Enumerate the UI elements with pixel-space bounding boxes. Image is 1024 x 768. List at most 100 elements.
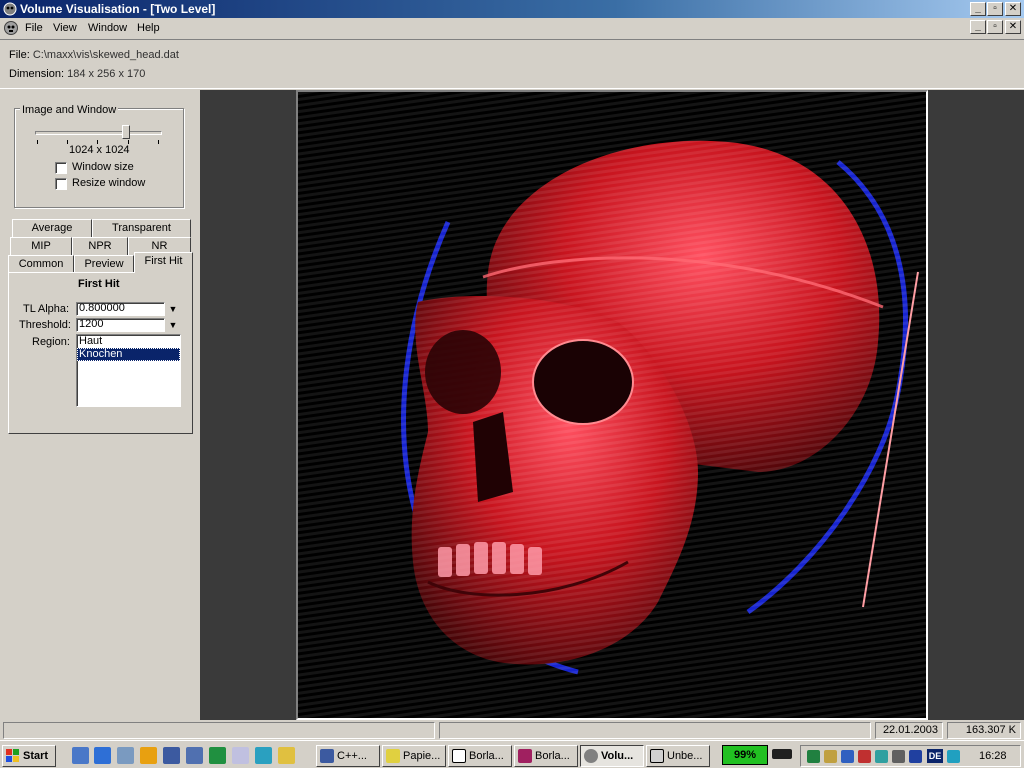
taskbar-button-borland-2[interactable]: Borla... [514, 745, 578, 767]
taskbar-button-label: C++... [337, 750, 367, 762]
outlook-icon[interactable] [117, 747, 134, 764]
settings-panel: Image and Window 1024 x 1024 Window size… [0, 90, 200, 720]
resolution-slider-thumb[interactable] [121, 125, 130, 139]
volume-render-view[interactable] [296, 90, 928, 720]
taskbar-button-label: Volu... [601, 750, 634, 762]
image-window-title: Image and Window [20, 104, 119, 116]
ie-icon[interactable] [94, 747, 111, 764]
taskbar-button-cpp[interactable]: C++... [316, 745, 380, 767]
taskbar-button-volume[interactable]: Volu... [580, 745, 644, 767]
start-button[interactable]: Start [2, 745, 56, 767]
power-plug-icon[interactable] [772, 749, 792, 759]
network-icon[interactable] [163, 747, 180, 764]
menu-view[interactable]: View [53, 21, 77, 35]
threshold-input[interactable]: 1200 [76, 318, 165, 332]
threshold-dropdown-icon[interactable]: ▼ [166, 318, 180, 332]
taskbar-button-label: Unbe... [667, 750, 703, 762]
file-line: File: C:\maxx\vis\skewed_head.dat [9, 49, 179, 61]
image-window-group [14, 108, 184, 208]
region-label: Region: [32, 336, 70, 348]
font-icon[interactable] [232, 747, 249, 764]
tab-preview[interactable]: Preview [74, 255, 134, 273]
tab-common[interactable]: Common [8, 255, 74, 273]
c-icon[interactable] [209, 747, 226, 764]
resolution-slider-track[interactable] [35, 131, 162, 135]
window-title: Volume Visualisation - [Two Level] [20, 2, 216, 16]
antivirus-icon[interactable] [858, 750, 871, 763]
volume-icon[interactable] [824, 750, 837, 763]
slider-tick [158, 140, 159, 144]
first-hit-heading: First Hit [78, 278, 120, 290]
menu-bar: File View Window Help _ ▫ ✕ [0, 18, 1024, 38]
dimension-value: 184 x 256 x 170 [67, 68, 146, 80]
network-tray-icon[interactable] [841, 750, 854, 763]
restore-button[interactable]: ▫ [987, 2, 1003, 16]
skull-app-icon [584, 749, 598, 763]
tl-alpha-dropdown-icon[interactable]: ▼ [166, 302, 180, 316]
windows-logo-icon [6, 749, 19, 762]
doc-icon[interactable] [3, 20, 19, 36]
status-panel-main [3, 722, 435, 739]
doc-minimize-button[interactable]: _ [970, 20, 986, 34]
display-icon[interactable] [875, 750, 888, 763]
slider-tick [37, 140, 38, 144]
tool-icon[interactable] [186, 747, 203, 764]
taskbar: Start C++... Papie... Borla... Borla... … [0, 740, 1024, 768]
region-item-knochen[interactable]: Knochen [77, 348, 180, 361]
taskbar-button-borland-1[interactable]: Borla... [448, 745, 512, 767]
tab-average[interactable]: Average [12, 219, 92, 237]
tab-npr[interactable]: NPR [72, 237, 128, 255]
region-item-haut[interactable]: Haut [77, 335, 180, 348]
dimension-label: Dimension: [9, 68, 65, 80]
search-icon[interactable] [278, 747, 295, 764]
tl-alpha-input[interactable]: 0.800000 [76, 302, 165, 316]
status-date: 22.01.2003 [875, 722, 943, 739]
taskbar-button-label: Papie... [403, 750, 441, 762]
title-bar: Volume Visualisation - [Two Level] _ ▫ ✕ [0, 0, 1024, 18]
battery-indicator[interactable]: 99% [722, 745, 768, 765]
refresh-icon[interactable] [255, 747, 272, 764]
taskbar-button-unbenannt[interactable]: Unbe... [646, 745, 710, 767]
language-indicator[interactable]: DE [927, 749, 943, 763]
book-icon [518, 749, 532, 763]
window-size-checkbox[interactable] [55, 162, 67, 174]
doc-restore-button[interactable]: ▫ [987, 20, 1003, 34]
tray-app-icon[interactable] [807, 750, 820, 763]
taskbar-button-papier[interactable]: Papie... [382, 745, 446, 767]
monitor-icon[interactable] [909, 750, 922, 763]
tab-mip[interactable]: MIP [10, 237, 72, 255]
file-info-panel: File: C:\maxx\vis\skewed_head.dat Dimens… [0, 39, 1024, 89]
close-button[interactable]: ✕ [1005, 2, 1021, 16]
file-path: C:\maxx\vis\skewed_head.dat [32, 49, 179, 61]
app-icon[interactable] [3, 2, 17, 16]
menu-window[interactable]: Window [88, 21, 127, 35]
system-tray: DE 16:28 [800, 745, 1021, 767]
file-label: File: [9, 49, 30, 61]
taskbar-button-label: Borla... [469, 750, 504, 762]
window-size-label: Window size [72, 161, 134, 173]
resize-window-checkbox[interactable] [55, 178, 67, 190]
media-player-icon[interactable] [140, 747, 157, 764]
tab-first-hit[interactable]: First Hit [134, 252, 193, 273]
threshold-label: Threshold: [19, 319, 71, 331]
menu-help[interactable]: Help [137, 21, 160, 35]
clock[interactable]: 16:28 [979, 750, 1007, 762]
keyboard-icon[interactable] [892, 750, 905, 763]
paint-icon [650, 749, 664, 763]
minimize-button[interactable]: _ [970, 2, 986, 16]
slider-tick [67, 140, 68, 144]
paper-icon [386, 749, 400, 763]
start-label: Start [23, 750, 49, 762]
status-size: 163.307 K [947, 722, 1021, 739]
taskbar-button-label: Borla... [535, 750, 570, 762]
menu-file[interactable]: File [25, 21, 43, 35]
tl-alpha-label: TL Alpha: [23, 303, 70, 315]
doc-close-button[interactable]: ✕ [1005, 20, 1021, 34]
desktop-icon[interactable] [72, 747, 89, 764]
sync-icon[interactable] [947, 750, 960, 763]
status-panel-secondary [439, 722, 871, 739]
region-listbox[interactable]: Haut Knochen [76, 334, 181, 407]
tab-transparent[interactable]: Transparent [92, 219, 191, 237]
resolution-label: 1024 x 1024 [69, 144, 130, 156]
resize-window-label: Resize window [72, 177, 146, 189]
